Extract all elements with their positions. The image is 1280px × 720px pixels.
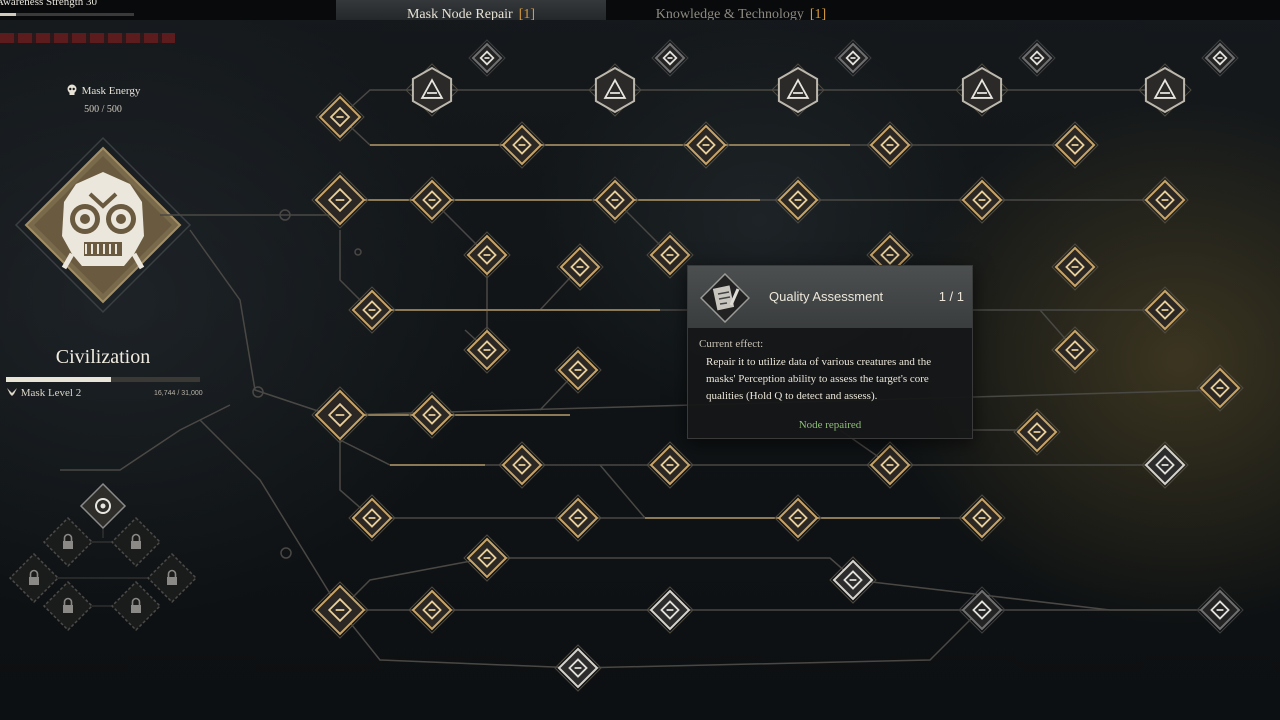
mask-slots (8, 482, 198, 632)
mask-node-23[interactable] (556, 243, 604, 291)
mask-node-19[interactable] (774, 176, 822, 224)
mask-node-33[interactable] (311, 386, 369, 444)
node-tooltip: Quality Assessment 1 / 1 Current effect:… (687, 265, 973, 439)
locked-slot-5[interactable] (42, 580, 94, 632)
mask-node-41[interactable] (554, 494, 602, 542)
mask-node-43[interactable] (958, 494, 1006, 542)
mask-node-47[interactable] (408, 586, 456, 634)
mask-node-15[interactable] (1051, 121, 1099, 169)
mask-node-39[interactable] (1141, 441, 1189, 489)
mask-node-34[interactable] (408, 391, 456, 439)
mask-node-16[interactable] (311, 171, 369, 229)
mask-node-14[interactable] (866, 121, 914, 169)
locked-slot-6[interactable] (110, 580, 162, 632)
locked-slot-2[interactable] (110, 516, 162, 568)
locked-slot-1[interactable] (42, 516, 94, 568)
mask-node-28[interactable] (1141, 286, 1189, 334)
locked-slot-4[interactable] (146, 552, 198, 604)
mask-node-32[interactable] (1196, 364, 1244, 412)
tooltip-description: Repair it to utilize data of various cre… (706, 356, 932, 402)
tooltip-title: Quality Assessment (769, 289, 884, 304)
mask-node-4[interactable] (771, 63, 825, 117)
mask-node-12[interactable] (498, 121, 546, 169)
mask-node-29[interactable] (463, 326, 511, 374)
document-pencil-icon (700, 273, 750, 323)
mask-node-2[interactable] (405, 63, 459, 117)
mask-node-8[interactable] (651, 39, 689, 77)
mask-node-20[interactable] (958, 176, 1006, 224)
mask-node-3[interactable] (588, 63, 642, 117)
tooltip-count: 1 / 1 (938, 289, 964, 304)
tooltip-status: Node repaired (798, 419, 862, 431)
mask-node-35[interactable] (1013, 408, 1061, 456)
mask-node-31[interactable] (1051, 326, 1099, 374)
mask-node-44[interactable] (463, 534, 511, 582)
tooltip-header: Quality Assessment 1 / 1 (688, 266, 972, 328)
mask-node-9[interactable] (834, 39, 872, 77)
mask-node-26[interactable] (1051, 243, 1099, 291)
mask-node-42[interactable] (774, 494, 822, 542)
mask-node-37[interactable] (646, 441, 694, 489)
mask-node-48[interactable] (646, 586, 694, 634)
mask-node-1[interactable] (315, 92, 365, 142)
mask-node-27[interactable] (348, 286, 396, 334)
mask-node-50[interactable] (1196, 586, 1244, 634)
mask-node-5[interactable] (955, 63, 1009, 117)
mask-node-51[interactable] (554, 644, 602, 692)
mask-node-10[interactable] (1018, 39, 1056, 77)
mask-node-36[interactable] (498, 441, 546, 489)
mask-node-7[interactable] (468, 39, 506, 77)
tooltip-current-label: Current effect: (699, 338, 764, 350)
slot-center[interactable] (79, 482, 127, 530)
mask-node-49[interactable] (958, 586, 1006, 634)
mask-node-38[interactable] (866, 441, 914, 489)
tree-connections (60, 89, 1221, 669)
mask-node-40[interactable] (348, 494, 396, 542)
mask-node-13[interactable] (682, 121, 730, 169)
mask-node-6[interactable] (1138, 63, 1192, 117)
mask-node-11[interactable] (1201, 39, 1239, 77)
locked-slot-3[interactable] (8, 552, 60, 604)
mask-node-21[interactable] (1141, 176, 1189, 224)
